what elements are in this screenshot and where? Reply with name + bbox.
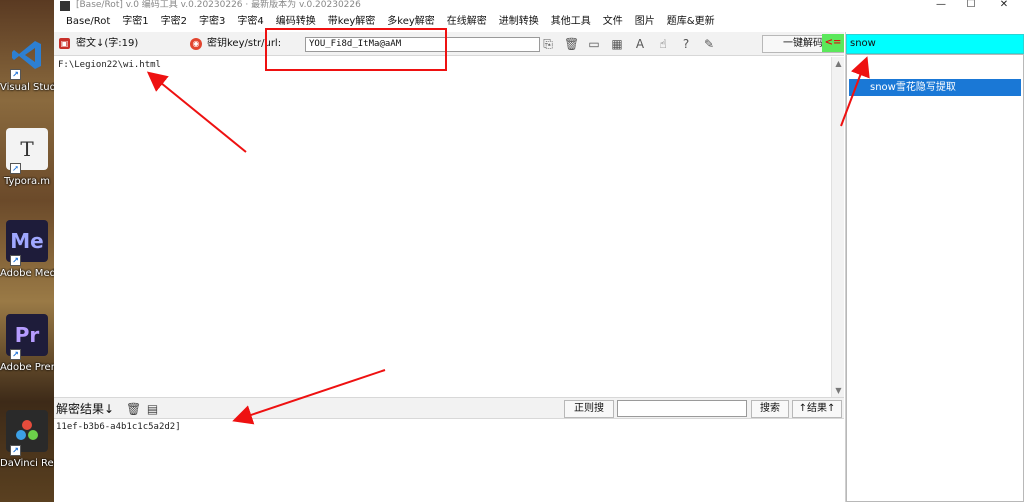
lock-icon: ▣ bbox=[59, 38, 70, 49]
result-text: 11ef-b3b6-a4b1c1c5a2d2] bbox=[56, 422, 181, 432]
paste-icon[interactable]: ⎘ bbox=[541, 37, 555, 51]
menu-zimi-3[interactable]: 字密3 bbox=[193, 12, 231, 32]
plugin-list[interactable]: snow雪花隐写提取 bbox=[846, 54, 1024, 502]
copy-icon[interactable]: ▤ bbox=[146, 402, 159, 416]
app-icon bbox=[60, 1, 70, 11]
key-icon: ◉ bbox=[190, 38, 202, 50]
davinci-resolve-icon: ↗ bbox=[6, 410, 48, 456]
minimize-icon[interactable]: — bbox=[926, 0, 956, 12]
result-up-button[interactable]: ↑结果↑ bbox=[792, 400, 842, 418]
desktop-icon-label: Adobe Premie... bbox=[0, 362, 54, 373]
desktop-background: ↗ Visual Studio Co T ↗ Typora.m Me ↗ Ado… bbox=[0, 0, 54, 502]
scroll-up-icon[interactable]: ▲ bbox=[832, 57, 845, 70]
adobe-media-encoder-icon: Me ↗ bbox=[6, 220, 48, 266]
desktop-icon-typora[interactable]: T ↗ Typora.m bbox=[0, 128, 54, 188]
menu-image[interactable]: 图片 bbox=[629, 12, 661, 32]
adobe-premiere-icon: Pr ↗ bbox=[6, 314, 48, 360]
edit-icon[interactable]: ✎ bbox=[702, 37, 716, 51]
menu-file[interactable]: 文件 bbox=[597, 12, 629, 32]
list-item[interactable]: snow雪花隐写提取 bbox=[849, 79, 1021, 96]
cipher-text: F:\Legion22\wi.html bbox=[58, 60, 161, 70]
window-title: [Base/Rot] v.0 编码工具 v.0.20230226 · 最新版本为… bbox=[76, 0, 361, 10]
desktop-icon-label: Visual Studio Co bbox=[0, 82, 54, 93]
plugin-panel: snow snow雪花隐写提取 bbox=[845, 32, 1024, 502]
shortcut-arrow-icon: ↗ bbox=[10, 445, 21, 456]
vscode-icon: ↗ bbox=[6, 34, 48, 80]
cipher-toolbar: ▣ 密文↓(字:19) ◉ 密钥key/str/url: YOU_Fi8d_It… bbox=[54, 32, 844, 56]
menu-base-rot[interactable]: Base/Rot bbox=[60, 12, 116, 32]
menu-bar: Base/Rot 字密1 字密2 字密3 字密4 编码转换 带key解密 多ke… bbox=[54, 12, 1024, 32]
window-titlebar: [Base/Rot] v.0 编码工具 v.0.20230226 · 最新版本为… bbox=[54, 0, 1024, 12]
shortcut-arrow-icon: ↗ bbox=[10, 69, 21, 80]
maximize-icon[interactable]: ☐ bbox=[956, 0, 986, 12]
trash-icon[interactable]: 🗑 bbox=[564, 37, 579, 51]
regex-search-button[interactable]: 正则搜 bbox=[564, 400, 614, 418]
shortcut-arrow-icon: ↗ bbox=[10, 163, 21, 174]
like-icon[interactable]: ☝ bbox=[656, 37, 670, 51]
menu-zimi-1[interactable]: 字密1 bbox=[116, 12, 154, 32]
window-icon[interactable]: ▭ bbox=[587, 37, 601, 51]
result-toolbar: 解密结果↓ 🗑 ▤ 正则搜 搜索 ↑结果↑ bbox=[54, 397, 844, 419]
font-icon[interactable]: A bbox=[633, 37, 647, 51]
desktop-icon-label: Typora.m bbox=[3, 176, 51, 187]
shortcut-arrow-icon: ↗ bbox=[10, 349, 21, 360]
help-icon[interactable]: ? bbox=[679, 37, 693, 51]
desktop-icon-label: Adobe Media... bbox=[0, 268, 54, 279]
cipher-label: 密文↓(字:19) bbox=[76, 38, 139, 49]
result-label: 解密结果↓ bbox=[56, 402, 115, 416]
desktop-icon-vscode[interactable]: ↗ Visual Studio Co bbox=[0, 34, 54, 94]
desktop-icon-adobe-media[interactable]: Me ↗ Adobe Media... bbox=[0, 220, 54, 280]
shortcut-arrow-icon: ↗ bbox=[10, 255, 21, 266]
search-button[interactable]: 搜索 bbox=[751, 400, 789, 418]
result-search-input[interactable] bbox=[617, 400, 747, 417]
menu-other-tools[interactable]: 其他工具 bbox=[545, 12, 597, 32]
arrow-left-label: <= bbox=[822, 34, 844, 52]
desktop-icon-davinci[interactable]: ↗ DaVinci Resolve bbox=[0, 410, 54, 470]
menu-online-decrypt[interactable]: 在线解密 bbox=[441, 12, 493, 32]
result-textarea[interactable]: 11ef-b3b6-a4b1c1c5a2d2] bbox=[54, 419, 844, 502]
desktop-icon-label: DaVinci Resolve bbox=[0, 458, 54, 469]
menu-zimi-2[interactable]: 字密2 bbox=[155, 12, 193, 32]
cipher-textarea[interactable]: F:\Legion22\wi.html bbox=[54, 57, 844, 397]
scroll-down-icon[interactable]: ▼ bbox=[832, 384, 845, 397]
cipher-scrollbar[interactable]: ▲ ▼ bbox=[831, 57, 844, 397]
plugin-filter-input[interactable]: snow bbox=[846, 34, 1024, 54]
typora-icon: T ↗ bbox=[6, 128, 48, 174]
annotation-highlight-box bbox=[265, 28, 447, 71]
desktop-icon-adobe-premiere[interactable]: Pr ↗ Adobe Premie... bbox=[0, 314, 54, 374]
trash-icon[interactable]: 🗑 bbox=[126, 402, 141, 416]
table-icon[interactable]: ▦ bbox=[610, 37, 624, 51]
menu-library-update[interactable]: 题库&更新 bbox=[661, 12, 721, 32]
menu-zimi-4[interactable]: 字密4 bbox=[231, 12, 269, 32]
close-icon[interactable]: ✕ bbox=[989, 0, 1019, 12]
menu-base-convert[interactable]: 进制转换 bbox=[493, 12, 545, 32]
